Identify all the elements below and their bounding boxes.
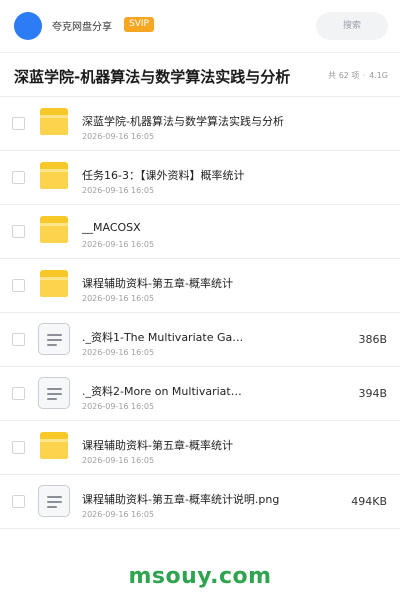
file-size: 494KB	[351, 495, 387, 508]
search-input[interactable]: 搜索	[316, 12, 388, 40]
file-name: 深蓝学院-机器算法与数学算法实践与分析	[82, 115, 284, 128]
row-checkbox[interactable]	[12, 225, 25, 238]
folder-icon	[40, 432, 68, 459]
svip-badge: SVIP	[124, 17, 154, 32]
file-date: 2026-09-16 16:05	[82, 294, 155, 303]
row-checkbox[interactable]	[12, 441, 25, 454]
brand-name: 夸克网盘分享	[52, 22, 112, 33]
file-row[interactable]: 任务16-3：【课外资料】概率统计 2026-09-16 16:05	[0, 151, 400, 205]
file-date: 2026-09-16 16:05	[82, 456, 155, 465]
page-title: 深蓝学院-机器算法与数学算法实践与分析	[14, 68, 291, 86]
file-name: 课程辅助资料-第五章-概率统计说明.png	[82, 493, 280, 506]
row-checkbox[interactable]	[12, 333, 25, 346]
top-bar: 夸克网盘分享 SVIP 搜索	[0, 0, 400, 52]
file-date: 2026-09-16 16:05	[82, 348, 155, 357]
row-checkbox[interactable]	[12, 495, 25, 508]
row-checkbox[interactable]	[12, 117, 25, 130]
file-row[interactable]: 课程辅助资料-第五章-概率统计 2026-09-16 16:05	[0, 259, 400, 313]
file-date: 2026-09-16 16:05	[82, 240, 155, 249]
file-row[interactable]: ._资料1-The Multivariate Ga… 2026-09-16 16…	[0, 313, 400, 367]
file-row[interactable]: ._资料2-More on Multivariat… 2026-09-16 16…	[0, 367, 400, 421]
folder-icon	[40, 216, 68, 243]
file-row[interactable]: 课程辅助资料-第五章-概率统计说明.png 2026-09-16 16:05 4…	[0, 475, 400, 529]
file-row[interactable]: 课程辅助资料-第五章-概率统计 2026-09-16 16:05	[0, 421, 400, 475]
file-name: ._资料2-More on Multivariat…	[82, 385, 242, 398]
file-name: 课程辅助资料-第五章-概率统计	[82, 277, 233, 290]
folder-icon	[40, 270, 68, 297]
document-icon	[38, 377, 70, 409]
file-date: 2026-09-16 16:05	[82, 186, 155, 195]
avatar[interactable]	[14, 12, 42, 40]
folder-icon	[40, 162, 68, 189]
file-name: 课程辅助资料-第五章-概率统计	[82, 439, 233, 452]
file-row[interactable]: __MACOSX 2026-09-16 16:05	[0, 205, 400, 259]
item-count: 共 62 项	[328, 71, 360, 80]
document-icon	[38, 323, 70, 355]
file-name: ._资料1-The Multivariate Ga…	[82, 331, 244, 344]
file-date: 2026-09-16 16:05	[82, 132, 155, 141]
watermark: msouy.com	[128, 564, 272, 589]
file-date: 2026-09-16 16:05	[82, 510, 155, 519]
folder-icon	[40, 108, 68, 135]
folder-summary: 共 62 项 · 4.1G	[328, 70, 388, 81]
file-name: 任务16-3：【课外资料】概率统计	[82, 169, 245, 182]
file-date: 2026-09-16 16:05	[82, 402, 155, 411]
summary-separator: ·	[362, 71, 366, 80]
file-list: 深蓝学院-机器算法与数学算法实践与分析 2026-09-16 16:05 任务1…	[0, 96, 400, 529]
document-icon	[38, 485, 70, 517]
file-size: 386B	[358, 333, 387, 346]
total-size: 4.1G	[369, 71, 388, 80]
folder-header: 深蓝学院-机器算法与数学算法实践与分析 共 62 项 · 4.1G	[0, 53, 400, 97]
row-checkbox[interactable]	[12, 387, 25, 400]
file-size: 394B	[358, 387, 387, 400]
row-checkbox[interactable]	[12, 279, 25, 292]
file-name: __MACOSX	[82, 221, 141, 234]
row-checkbox[interactable]	[12, 171, 25, 184]
file-row[interactable]: 深蓝学院-机器算法与数学算法实践与分析 2026-09-16 16:05	[0, 97, 400, 151]
